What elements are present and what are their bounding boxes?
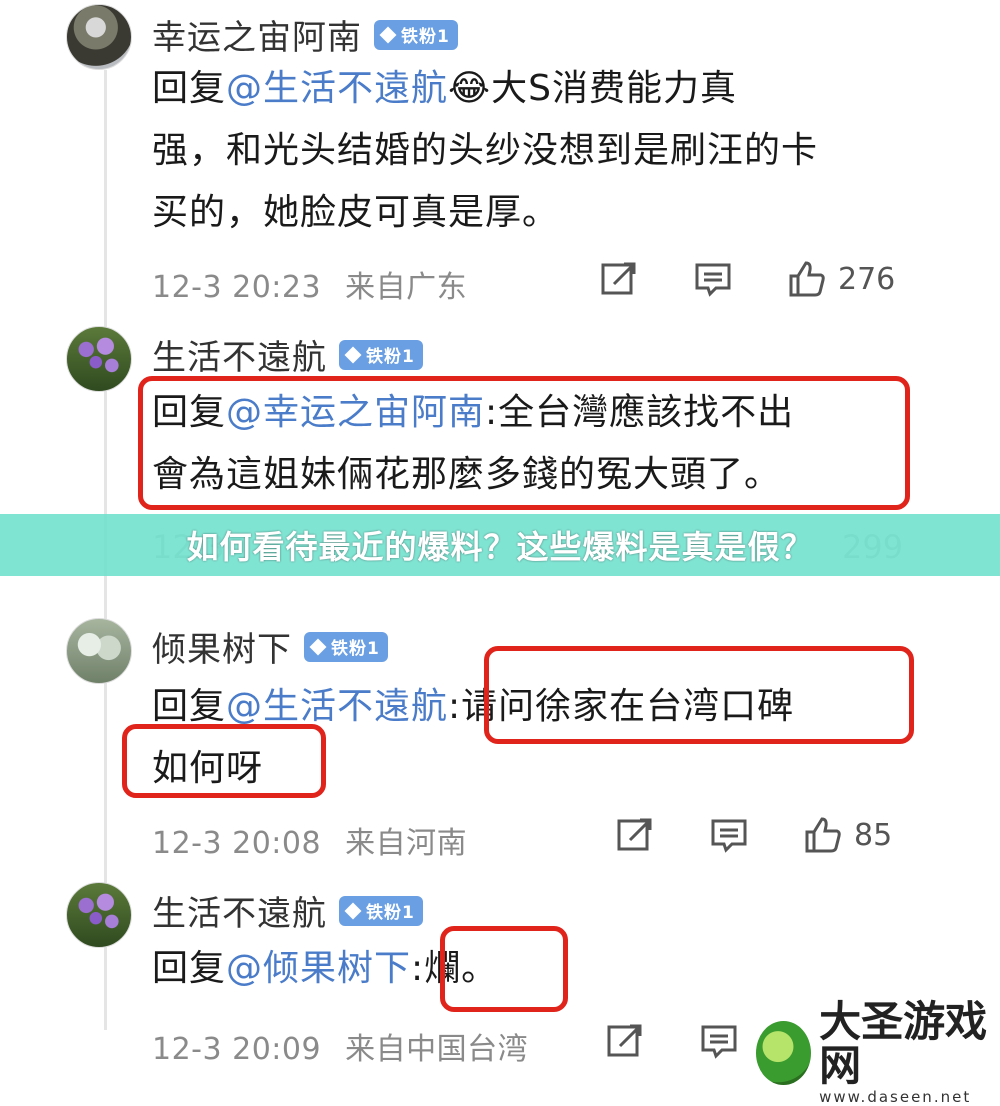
author-name[interactable]: 幸运之宙阿南: [152, 10, 362, 59]
badge-label: 铁粉1: [331, 639, 380, 659]
badge-label: 铁粉1: [366, 347, 415, 367]
timestamp: 12-3 20:09: [152, 1032, 322, 1067]
reply-prefix: 回复: [152, 948, 227, 989]
mention-link[interactable]: @生活不遠航: [226, 68, 448, 109]
comment-body: 回复@生活不遠航😂大S消费能力真 强，和光头结婚的头纱没想到是刷汪的卡 买的，她…: [152, 58, 952, 244]
reply-prefix: 回复: [152, 68, 227, 109]
location: 来自广东: [345, 270, 468, 305]
comment-author[interactable]: 幸运之宙阿南 铁粉1: [152, 10, 458, 59]
like-icon: [789, 261, 825, 297]
timestamp: 12-3 20:23: [152, 270, 322, 305]
action-bar: 85: [616, 816, 892, 854]
author-name[interactable]: 倾果树下: [152, 622, 292, 671]
comment-meta: 12-3 20:23 来自广东: [152, 262, 467, 306]
fan-badge: 铁粉1: [339, 895, 423, 926]
action-bar: [606, 1022, 738, 1060]
diamond-icon: [309, 638, 327, 655]
watermark-title: 大圣游戏网: [819, 997, 988, 1090]
comment-author[interactable]: 倾果树下 铁粉1: [152, 622, 388, 671]
location: 来自中国台湾: [345, 1032, 529, 1067]
site-watermark: 大圣游戏网 www.daseen.net: [756, 1000, 1000, 1106]
share-icon[interactable]: [606, 1022, 644, 1060]
like-button[interactable]: 85: [804, 816, 892, 854]
badge-label: 铁粉1: [401, 27, 450, 47]
body-text: 强，和光头结婚的头纱没想到是刷汪的卡: [152, 130, 819, 171]
timestamp: 12-3 20:08: [152, 826, 322, 861]
comment-meta: 12-3 20:09 来自中国台湾: [152, 1024, 528, 1068]
body-text: 买的，她脸皮可真是厚。: [152, 192, 560, 233]
like-count: 276: [838, 261, 896, 297]
avatar[interactable]: [66, 618, 132, 684]
body-text: 大S消费能力真: [491, 68, 737, 109]
share-icon[interactable]: [600, 260, 638, 298]
watermark-text: 大圣游戏网 www.daseen.net: [819, 1000, 1000, 1106]
diamond-icon: [379, 26, 397, 43]
comment-icon[interactable]: [694, 260, 732, 298]
comment-author[interactable]: 生活不遠航 铁粉1: [152, 886, 423, 935]
author-name[interactable]: 生活不遠航: [152, 330, 327, 379]
avatar[interactable]: [66, 326, 132, 392]
highlight-box: [122, 724, 326, 798]
reply-prefix: 回复: [152, 686, 227, 727]
highlight-box: [138, 376, 910, 510]
author-name[interactable]: 生活不遠航: [152, 886, 327, 935]
highlight-box: [484, 646, 914, 744]
fan-badge: 铁粉1: [304, 631, 388, 662]
comment-author[interactable]: 生活不遠航 铁粉1: [152, 330, 423, 379]
diamond-icon: [344, 902, 362, 919]
like-icon: [805, 817, 841, 853]
comment-meta: 12-3 20:08 来自河南: [152, 818, 467, 862]
like-button[interactable]: 276: [788, 260, 895, 298]
avatar[interactable]: [66, 882, 132, 948]
highlight-box: [440, 926, 568, 1012]
banner-title: 如何看待最近的爆料？这些爆料是真是假？: [186, 528, 814, 566]
title-banner: 如何看待最近的爆料？这些爆料是真是假？: [0, 514, 1000, 576]
like-count: 85: [854, 817, 893, 853]
share-icon[interactable]: [616, 816, 654, 854]
avatar[interactable]: [66, 4, 132, 70]
comment-icon[interactable]: [710, 816, 748, 854]
location: 来自河南: [345, 826, 468, 861]
site-logo-icon: [756, 1021, 812, 1085]
mention-link[interactable]: @生活不遠航: [226, 686, 448, 727]
diamond-icon: [344, 346, 362, 363]
comment-icon[interactable]: [700, 1022, 738, 1060]
watermark-url: www.daseen.net: [819, 1088, 972, 1106]
mention-link[interactable]: @倾果树下: [226, 948, 411, 989]
fan-badge: 铁粉1: [339, 339, 423, 370]
fan-badge: 铁粉1: [374, 19, 458, 50]
action-bar: 276: [600, 260, 895, 298]
laugh-emoji: 😂: [448, 68, 492, 109]
badge-label: 铁粉1: [366, 903, 415, 923]
